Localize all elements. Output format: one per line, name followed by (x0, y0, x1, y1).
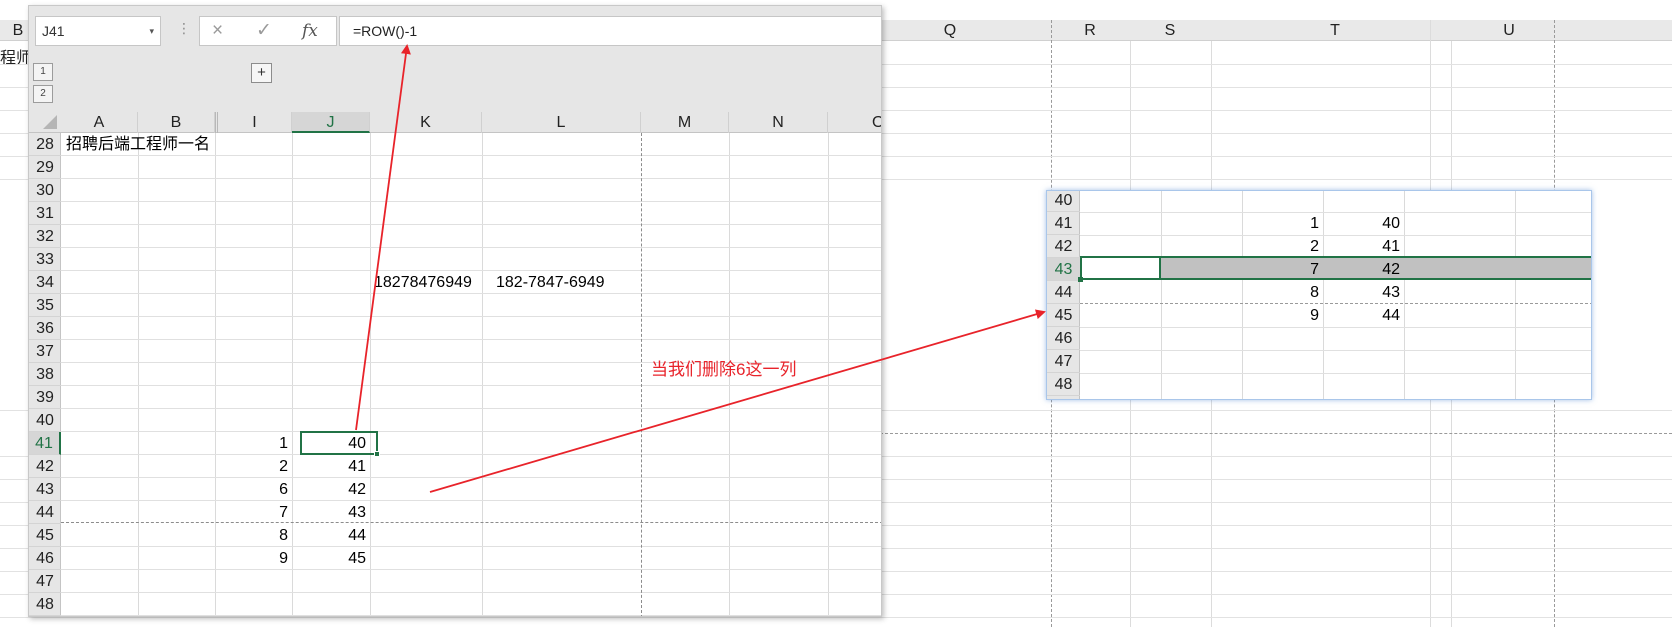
preview-row-44: 44 (1047, 281, 1080, 304)
cell-l34[interactable]: 182-7847-6949 (496, 271, 605, 294)
preview-row-41: 41 (1047, 212, 1080, 235)
preview-row-40: 40 (1047, 191, 1080, 212)
row-header: 28 29 30 31 32 33 34 35 36 37 38 39 40 4… (29, 133, 61, 616)
row-header-28[interactable]: 28 (29, 133, 61, 156)
row-header-29[interactable]: 29 (29, 156, 61, 179)
cell-j44[interactable]: 43 (292, 501, 366, 524)
preview-cell-b45: 44 (1382, 307, 1400, 324)
preview-active-cell (1080, 256, 1161, 280)
page-break-vertical (641, 133, 642, 616)
cell-i44[interactable]: 7 (215, 501, 288, 524)
bg-page-break (880, 433, 1672, 434)
cell-j42[interactable]: 41 (292, 455, 366, 478)
preview-cell-b43: 42 (1382, 261, 1400, 278)
row-header-44[interactable]: 44 (29, 501, 61, 524)
col-header-b[interactable]: B (138, 112, 215, 133)
preview-cell-a45: 9 (1310, 307, 1319, 324)
col-header-k[interactable]: K (370, 112, 482, 133)
col-header-j[interactable]: J (292, 112, 370, 133)
preview-row-43: 43 (1047, 258, 1080, 281)
row-header-47[interactable]: 47 (29, 570, 61, 593)
col-header-a[interactable]: A (61, 112, 138, 133)
select-all-corner[interactable] (43, 115, 57, 129)
row-header-41[interactable]: 41 (29, 432, 61, 455)
cell-k34[interactable]: 18278476949 (374, 271, 472, 294)
row-header-42[interactable]: 42 (29, 455, 61, 478)
bg-col-r[interactable]: R (1070, 22, 1110, 40)
active-cell-border (300, 431, 378, 455)
col-header-o[interactable]: O (828, 112, 881, 133)
preview-cell-a42: 2 (1310, 238, 1319, 255)
row-header-40[interactable]: 40 (29, 409, 61, 432)
cell-i42[interactable]: 2 (215, 455, 288, 478)
name-box-value: J41 (42, 23, 65, 39)
cell-i43[interactable]: 6 (215, 478, 288, 501)
formula-bar: J41 ▾ ⋮ × ✓ fx =ROW()-1 (29, 6, 881, 50)
cell-j46[interactable]: 45 (292, 547, 366, 570)
excel-window: J41 ▾ ⋮ × ✓ fx =ROW()-1 1 2 + A B I J K … (28, 5, 882, 617)
row-header-48[interactable]: 48 (29, 593, 61, 616)
chevron-down-icon[interactable]: ▾ (149, 17, 154, 45)
row-header-38[interactable]: 38 (29, 363, 61, 386)
cell-i46[interactable]: 9 (215, 547, 288, 570)
preview-fill-handle (1078, 277, 1083, 282)
cancel-icon[interactable]: × (212, 17, 223, 45)
fill-handle[interactable] (374, 451, 380, 457)
col-header-l[interactable]: L (482, 112, 641, 133)
row-header-33[interactable]: 33 (29, 248, 61, 271)
bg-col-q[interactable]: Q (930, 22, 970, 40)
preview-cell-b44: 43 (1382, 284, 1400, 301)
result-preview: 40 41 42 43 44 45 46 47 48 1 2 7 8 9 40 … (1046, 190, 1592, 400)
row-header-39[interactable]: 39 (29, 386, 61, 409)
preview-cell-b41: 40 (1382, 215, 1400, 232)
cell-j45[interactable]: 44 (292, 524, 366, 547)
row-header-46[interactable]: 46 (29, 547, 61, 570)
preview-cell-a41: 1 (1310, 215, 1319, 232)
preview-row-header: 40 41 42 43 44 45 46 47 48 (1047, 191, 1080, 399)
name-box[interactable]: J41 ▾ (35, 16, 161, 46)
col-header-n[interactable]: N (729, 112, 828, 133)
check-icon[interactable]: ✓ (256, 17, 272, 45)
more-dots-icon[interactable]: ⋮ (177, 20, 192, 37)
row-header-30[interactable]: 30 (29, 179, 61, 202)
row-header-31[interactable]: 31 (29, 202, 61, 225)
bg-col-u[interactable]: U (1489, 22, 1529, 40)
outline-area (29, 50, 881, 112)
col-header-m[interactable]: M (641, 112, 729, 133)
formula-buttons: × ✓ fx (199, 16, 337, 46)
row-header-32[interactable]: 32 (29, 225, 61, 248)
bg-col-b[interactable]: B (8, 22, 28, 40)
preview-row-42: 42 (1047, 235, 1080, 258)
cell-a28[interactable]: 招聘后端工程师一名 (66, 133, 210, 156)
bg-col-t[interactable]: T (1315, 22, 1355, 40)
row-header-36[interactable]: 36 (29, 317, 61, 340)
formula-input[interactable]: =ROW()-1 (339, 16, 881, 46)
row-header-34[interactable]: 34 (29, 271, 61, 294)
cell-i45[interactable]: 8 (215, 524, 288, 547)
preview-cell-a44: 8 (1310, 284, 1319, 301)
preview-row-45: 45 (1047, 304, 1080, 327)
page-break-horizontal (61, 522, 881, 523)
row-header-45[interactable]: 45 (29, 524, 61, 547)
col-header-i[interactable]: I (215, 112, 292, 133)
preview-cell-a43: 7 (1310, 261, 1319, 278)
expand-group-button[interactable]: + (251, 63, 272, 83)
function-icon[interactable]: fx (302, 17, 318, 45)
preview-row-48: 48 (1047, 373, 1080, 396)
outline-level-1-button[interactable]: 1 (33, 63, 53, 81)
row-header-35[interactable]: 35 (29, 294, 61, 317)
outline-level-2-button[interactable]: 2 (33, 85, 53, 103)
column-header: A B I J K L M N O (29, 112, 881, 133)
annotation-text: 当我们删除6这一列 (651, 360, 797, 379)
cell-i41[interactable]: 1 (215, 432, 288, 455)
bg-col-s[interactable]: S (1150, 22, 1190, 40)
preview-cell-b42: 41 (1382, 238, 1400, 255)
preview-row-47: 47 (1047, 350, 1080, 373)
preview-row-46: 46 (1047, 327, 1080, 350)
row-header-43[interactable]: 43 (29, 478, 61, 501)
cell-j43[interactable]: 42 (292, 478, 366, 501)
row-header-37[interactable]: 37 (29, 340, 61, 363)
